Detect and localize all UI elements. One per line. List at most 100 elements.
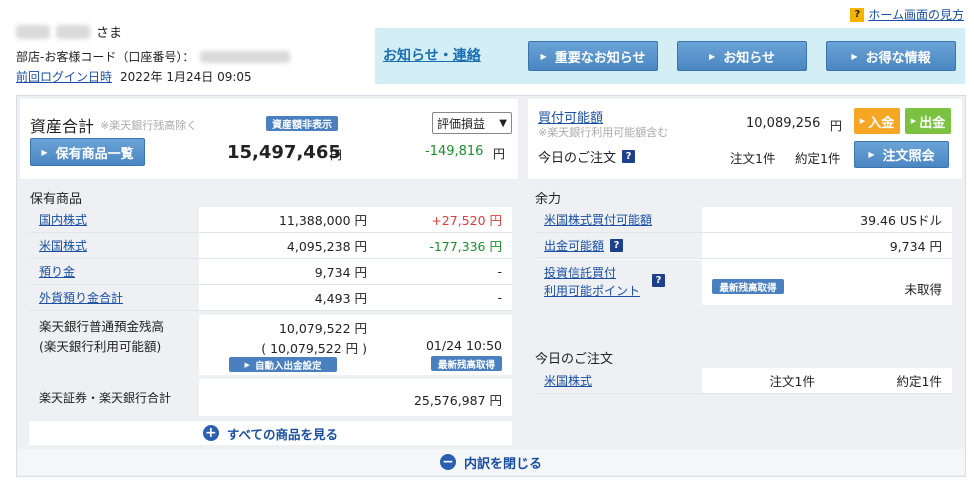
close-breakdown-button[interactable]: − 内訳を閉じる: [17, 449, 965, 475]
today-orders-label: 今日のご注文: [538, 151, 617, 166]
help-icon: ?: [850, 7, 865, 22]
table-row: 外貨預り金合計 4,493 円 -: [29, 285, 512, 311]
today-orders-header: 今日のご注文 ?: [538, 147, 636, 166]
margin-table: 米国株式買付可能額 39.46 USドル 出金可能額 ? 9,734 円 投資信…: [534, 207, 952, 305]
holdings-list-label: 保有商品一覧: [55, 146, 134, 162]
today-executed-count: 約定1件: [896, 374, 942, 389]
order-inquiry-button[interactable]: ▶ 注文照会: [854, 141, 949, 168]
help-link-label: ホーム画面の見方: [868, 8, 964, 22]
buying-yen: 円: [830, 119, 843, 133]
today-orders-table: 米国株式 注文1件 約定1件: [534, 368, 952, 394]
user-suffix: さま: [96, 26, 123, 41]
executed-count: 約定1件: [795, 151, 841, 166]
today-orders-title: 今日のご注文: [535, 352, 614, 367]
notice-bar: お知らせ・連絡 ▶ 重要なお知らせ ▶ お知らせ ▶ お得な情報: [375, 28, 965, 84]
asset-note: ※楽天銀行残高除く: [100, 119, 198, 132]
bank-time: 01/24 10:50: [425, 338, 502, 353]
today-order-name[interactable]: 米国株式: [544, 372, 592, 389]
important-notice-label: 重要なお知らせ: [554, 50, 646, 66]
holding-name[interactable]: 預り金: [39, 263, 75, 280]
buying-summary: 買付可能額 ※楽天銀行利用可能額含む 10,089,256 円 ▶ 入金 ▶ 出金 …: [528, 99, 962, 179]
margin-value: 9,734 円: [889, 239, 942, 254]
branch-label: 部店-お客様コード（口座番号）：: [16, 50, 195, 64]
auto-transfer-label: 自動入出金設定: [254, 360, 322, 372]
deals-label: お得な情報: [865, 50, 931, 66]
see-all-products-button[interactable]: + すべての商品を見る: [29, 421, 512, 445]
margin-name[interactable]: 米国株式買付可能額: [544, 211, 652, 228]
margin-value: 39.46 USドル: [860, 213, 942, 228]
withdraw-button[interactable]: ▶ 出金: [905, 108, 951, 134]
holding-value: 4,493 円: [314, 291, 367, 306]
last-login-value: 2022年 1月24日 09:05: [120, 70, 252, 84]
name-blur-1: [16, 24, 50, 39]
deposit-label: 入金: [868, 115, 895, 131]
holdings-list-button[interactable]: ▶ 保有商品一覧: [30, 138, 145, 166]
deposit-button[interactable]: ▶ 入金: [854, 108, 900, 134]
bank-label-1: 楽天銀行普通預金残高: [39, 319, 165, 334]
combined-label: 楽天証券・楽天銀行合計: [39, 391, 172, 405]
holding-name[interactable]: 米国株式: [39, 237, 87, 254]
holdings-table: 国内株式 11,388,000 円 +27,520 円 米国株式 4,095,2…: [29, 207, 512, 311]
latest-balance-button[interactable]: 最新残高取得: [712, 279, 784, 294]
holdings-title: 保有商品: [30, 192, 83, 207]
holding-pl: -: [497, 264, 502, 279]
help-icon[interactable]: ?: [622, 150, 636, 163]
asset-total: 15,497,465: [227, 142, 341, 163]
asset-pl-yen: 円: [493, 147, 506, 161]
today-orders-count: 注文1件: [769, 374, 815, 389]
name-blur-2: [56, 24, 90, 39]
order-inquiry-label: 注文照会: [882, 149, 935, 164]
branch-code: 部店-お客様コード（口座番号）：: [16, 48, 291, 65]
orders-count: 注文1件: [730, 151, 776, 166]
holding-value: 11,388,000 円: [278, 213, 367, 228]
invest-label-cell: 投資信託買付 利用可能ポイント ?: [534, 260, 702, 305]
minus-icon: −: [439, 454, 456, 470]
account-blur: [200, 50, 291, 63]
table-row: 出金可能額 ? 9,734 円: [534, 233, 952, 259]
invest-value: 未取得: [904, 282, 942, 297]
asset-label: 資産合計: [30, 117, 95, 136]
close-breakdown-label: 内訳を閉じる: [463, 456, 542, 472]
holding-name[interactable]: 国内株式: [39, 211, 87, 228]
buying-note: ※楽天銀行利用可能額含む: [538, 126, 669, 139]
bank-label: 楽天銀行普通預金残高 (楽天銀行利用可能額): [29, 315, 199, 375]
table-row: 国内株式 11,388,000 円 +27,520 円: [29, 207, 512, 233]
help-link[interactable]: ? ホーム画面の見方: [850, 6, 964, 23]
combined-label-cell: 楽天証券・楽天銀行合計: [29, 379, 199, 416]
buying-value: 10,089,256: [746, 116, 821, 131]
help-icon[interactable]: ?: [610, 239, 624, 252]
latest-balance-button[interactable]: 最新残高取得: [431, 356, 502, 371]
deals-button[interactable]: ▶ お得な情報: [826, 41, 956, 71]
important-notice-button[interactable]: ▶ 重要なお知らせ: [528, 41, 658, 71]
holding-pl: -177,336 円: [429, 239, 502, 254]
notice-title[interactable]: お知らせ・連絡: [383, 45, 481, 65]
notice-label: お知らせ: [723, 50, 775, 66]
table-row: 米国株式 注文1件 約定1件: [534, 368, 952, 394]
help-icon[interactable]: ?: [652, 274, 665, 287]
table-row: 米国株式 4,095,238 円 -177,336 円: [29, 233, 512, 259]
bank-value: 10,079,522 円: [278, 321, 367, 336]
pl-select-value: 評価損益: [437, 116, 486, 131]
margin-name[interactable]: 出金可能額: [544, 237, 604, 254]
combined-value: 25,576,987 円: [413, 393, 502, 408]
last-login: 前回ログイン日時 2022年 1月24日 09:05: [16, 68, 252, 85]
asset-pl: -149,816: [425, 144, 484, 159]
asset-summary: 資産合計 ※楽天銀行残高除く 資産額非表示 評価損益 ▼ ▶ 保有商品一覧 15,…: [20, 99, 518, 179]
holding-pl: +27,520 円: [431, 213, 502, 228]
notice-button[interactable]: ▶ お知らせ: [677, 41, 807, 71]
withdraw-label: 出金: [919, 115, 946, 131]
chevron-down-icon: ▼: [499, 117, 507, 129]
margin-title: 余力: [535, 192, 562, 207]
holding-value: 4,095,238 円: [286, 239, 367, 254]
pl-select[interactable]: 評価損益 ▼: [432, 112, 512, 134]
bank-label-2: (楽天銀行利用可能額): [39, 339, 162, 354]
asset-total-yen: 円: [330, 148, 343, 162]
invest-label-1[interactable]: 投資信託買付: [544, 264, 702, 282]
last-login-link[interactable]: 前回ログイン日時: [16, 68, 112, 85]
bank-available: ( 10,079,522 円 ): [261, 341, 367, 356]
holding-name[interactable]: 外貨預り金合計: [39, 289, 123, 306]
auto-transfer-button[interactable]: ▶ 自動入出金設定: [229, 357, 337, 372]
hide-amount-button[interactable]: 資産額非表示: [266, 116, 338, 131]
table-row: 米国株式買付可能額 39.46 USドル: [534, 207, 952, 233]
invest-label-2[interactable]: 利用可能ポイント: [544, 282, 702, 300]
